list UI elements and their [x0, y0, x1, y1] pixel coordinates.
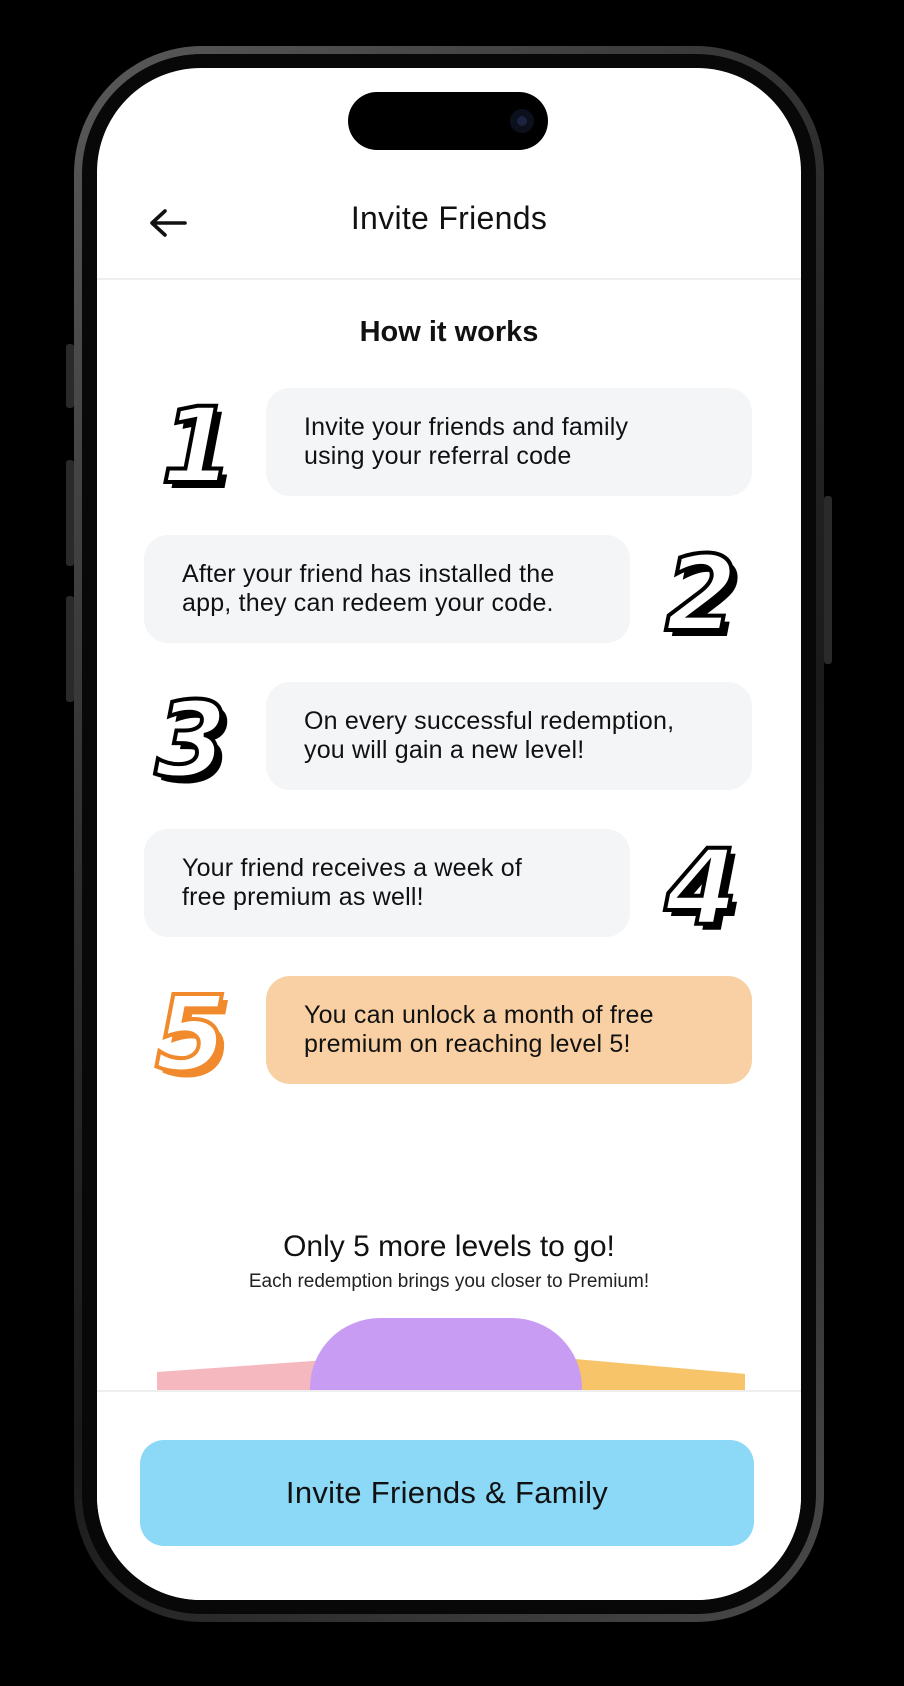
step-number-1: 1 1: [159, 390, 239, 500]
volume-down-button: [66, 596, 74, 702]
footer-bar: Invite Friends & Family: [97, 1390, 801, 1600]
page-title: Invite Friends: [350, 200, 548, 236]
step-number-5: 5 5: [153, 978, 233, 1088]
step-card-3: On every successful redemption, you will…: [266, 682, 752, 790]
invite-friends-button[interactable]: Invite Friends & Family: [140, 1440, 754, 1546]
svg-text:2: 2: [665, 538, 737, 648]
app-screen: Invite Friends How it works 1 1 Invite y…: [97, 68, 801, 1600]
step-text-4: Your friend receives a week of free prem…: [182, 854, 522, 911]
svg-text:1: 1: [161, 390, 233, 500]
step-card-5: You can unlock a month of free premium o…: [266, 976, 752, 1084]
header-bar: Invite Friends: [97, 68, 801, 280]
levels-remaining-subtitle: Each redemption brings you closer to Pre…: [248, 1271, 650, 1292]
step-card-1: Invite your friends and family using you…: [266, 388, 752, 496]
svg-text:4: 4: [664, 832, 737, 942]
how-it-works-heading: How it works: [359, 316, 539, 348]
power-button: [824, 496, 832, 664]
levels-remaining-title: Only 5 more levels to go!: [283, 1230, 615, 1263]
step-text-2: After your friend has installed the app,…: [182, 560, 555, 617]
step-number-2: 2 2: [663, 538, 743, 648]
step-card-4: Your friend receives a week of free prem…: [144, 829, 630, 937]
volume-up-button: [66, 460, 74, 566]
step-text-3: On every successful redemption, you will…: [304, 707, 675, 764]
svg-text:3: 3: [155, 684, 227, 794]
step-number-4: 4 4: [662, 832, 743, 942]
step-text-5: You can unlock a month of free premium o…: [304, 1001, 654, 1058]
step-number-3: 3 3: [153, 684, 233, 794]
step-card-2: After your friend has installed the app,…: [144, 535, 630, 643]
step-text-1: Invite your friends and family using you…: [304, 413, 629, 470]
svg-text:5: 5: [155, 978, 227, 1088]
silent-switch: [66, 344, 74, 408]
